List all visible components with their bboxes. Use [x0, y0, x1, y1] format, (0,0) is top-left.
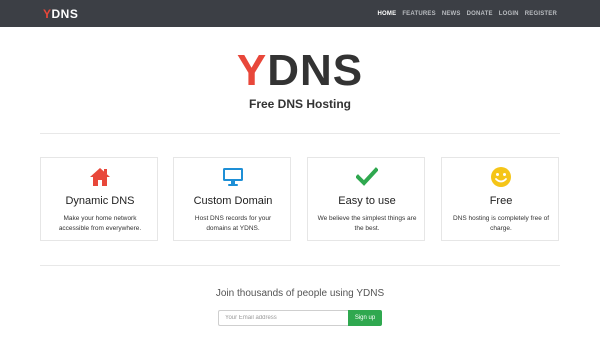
brand-logo[interactable]: YDNS — [43, 7, 78, 21]
checkmark-icon — [308, 166, 426, 188]
nav-item-home[interactable]: HOME — [378, 10, 397, 18]
feature-card-free: Free DNS hosting is completely free of c… — [441, 157, 559, 241]
nav-item-features[interactable]: FEATURES — [402, 10, 436, 18]
smiley-icon — [442, 166, 560, 188]
hero-tagline: Free DNS Hosting — [248, 97, 351, 111]
nav-item-register[interactable]: REGISTER — [525, 10, 557, 18]
hero-logo: YDNS — [236, 46, 364, 95]
feature-title: Dynamic DNS — [65, 195, 135, 207]
home-icon — [41, 166, 159, 188]
feature-card-easy-to-use: Easy to use We believe the simplest thin… — [307, 157, 425, 241]
email-input[interactable] — [218, 310, 348, 326]
nav-item-donate[interactable]: DONATE — [467, 10, 493, 18]
feature-card-custom-domain: Custom Domain Host DNS records for your … — [173, 157, 291, 241]
nav-item-news[interactable]: NEWS — [442, 10, 461, 18]
divider — [40, 133, 560, 134]
feature-description: DNS hosting is completely free of charge… — [452, 215, 550, 232]
nav-item-login[interactable]: LOGIN — [499, 10, 519, 18]
nav-menu: HOME FEATURES NEWS DONATE LOGIN REGISTER — [378, 10, 558, 18]
feature-title: Custom Domain — [193, 195, 273, 207]
feature-card-dynamic-dns: Dynamic DNS Make your home network acces… — [40, 157, 158, 241]
divider — [40, 265, 560, 266]
feature-title: Free — [489, 195, 513, 207]
feature-title: Easy to use — [338, 195, 396, 207]
signup-button[interactable]: Sign up — [348, 310, 382, 326]
top-navbar: YDNS HOME FEATURES NEWS DONATE LOGIN REG… — [0, 0, 600, 27]
feature-description: We believe the simplest things are the b… — [317, 215, 417, 232]
signup-heading: Join thousands of people using YDNS — [215, 288, 385, 299]
feature-description: Host DNS records for your domains at YDN… — [194, 215, 272, 232]
feature-description: Make your home network accessible from e… — [58, 215, 142, 232]
monitor-icon — [174, 166, 292, 188]
